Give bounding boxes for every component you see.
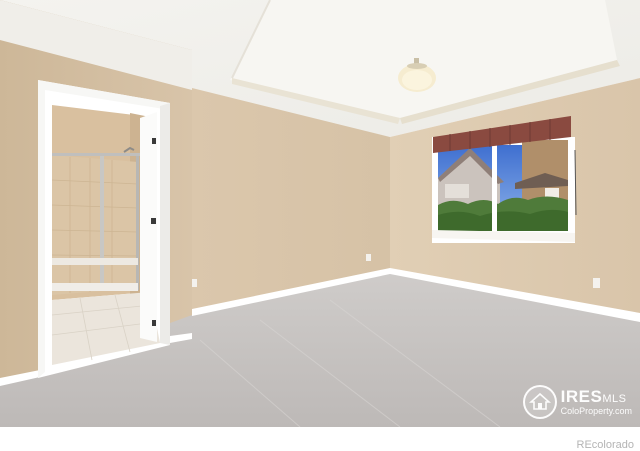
door-knob-icon (151, 218, 156, 224)
shower-frame (52, 153, 140, 156)
house-seal-icon (522, 385, 557, 419)
watermark-url: ColoProperty.com (560, 406, 632, 416)
outlet (593, 278, 600, 288)
room-photo-svg (0, 0, 640, 427)
bathroom-door (140, 112, 157, 342)
outlet (192, 279, 197, 287)
room-photo (0, 0, 640, 427)
footer-bar (0, 427, 640, 450)
bathroom-doorway (38, 80, 170, 378)
watermark-logo: IRESMLS ColoProperty.com (522, 385, 632, 419)
photo-credit: REcolorado (576, 439, 634, 451)
window (432, 116, 577, 243)
outlet (366, 254, 371, 261)
watermark-brand: IRESMLS (560, 387, 627, 406)
